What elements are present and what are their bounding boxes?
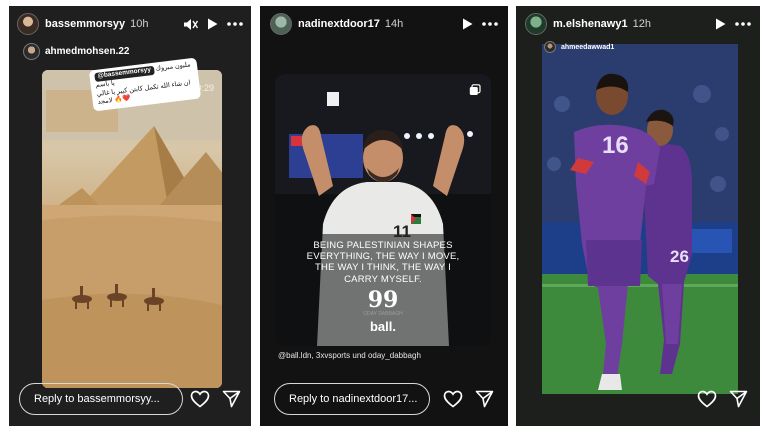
quote-author: ODAY DABBAGH — [363, 311, 403, 317]
heart-icon[interactable] — [443, 390, 463, 408]
more-icon[interactable] — [735, 22, 751, 26]
heart-icon[interactable] — [697, 390, 717, 408]
quote-line: EVERYTHING, THE WAY I MOVE, — [306, 251, 460, 263]
quote-line: THE WAY I THINK, THE WAY I — [315, 262, 451, 274]
post-time: 12h — [632, 18, 651, 30]
more-icon[interactable] — [227, 22, 243, 26]
jersey-number: 16 — [602, 132, 629, 159]
story-media-video[interactable]: 0:29 — [42, 70, 222, 388]
username[interactable]: m.elshenawy1 — [553, 18, 628, 30]
avatar — [23, 43, 40, 60]
brand-logo: ball. — [369, 319, 396, 334]
avatar[interactable] — [525, 13, 547, 35]
play-icon[interactable] — [715, 18, 726, 30]
jersey-number: 26 — [670, 247, 689, 266]
reply-input[interactable]: Reply to nadinextdoor17... — [274, 383, 430, 415]
quote-text: BEING PALESTINIAN SHAPES EVERYTHING, THE… — [275, 240, 491, 285]
send-icon[interactable] — [729, 390, 748, 408]
reshared-from[interactable]: ahmedmohsen.22 — [23, 43, 129, 60]
quote-line: BEING PALESTINIAN SHAPES — [313, 240, 453, 251]
mention-tag: @bassemmorsyy — [94, 65, 155, 82]
username[interactable]: bassemmorsyy — [45, 18, 125, 30]
post-time: 10h — [130, 18, 149, 30]
reply-input[interactable]: Reply to bassemmorsyy... — [19, 383, 183, 415]
reshared-from[interactable]: ahmeedawwad1 — [544, 41, 614, 53]
heart-icon[interactable] — [190, 390, 210, 408]
story-media-post-card[interactable]: 11 BEING PALESTINIAN SHAPES EVERYTHING, … — [275, 74, 491, 346]
story-media-photo[interactable]: 16 26 — [542, 44, 738, 394]
story-footer: Reply to bassemmorsyy... — [9, 372, 251, 426]
avatar — [544, 41, 556, 53]
story-panel-m-elshenawy1: 16 26 m.elshenawy1 12h ahmeedawwad1 — [516, 6, 760, 426]
quote-line: CARRY MYSELF. — [344, 273, 422, 285]
username[interactable]: nadinextdoor17 — [298, 18, 380, 30]
story-header: nadinextdoor17 14h — [260, 6, 508, 42]
quote-mark: 99 — [367, 287, 399, 313]
story-header: bassemmorsyy 10h — [9, 6, 251, 42]
avatar[interactable] — [270, 13, 292, 35]
mute-icon[interactable] — [183, 18, 198, 31]
story-panel-nadinextdoor17: nadinextdoor17 14h 11 BEING PALESTINIAN … — [260, 6, 508, 426]
avatar[interactable] — [17, 13, 39, 35]
multiple-images-icon — [469, 83, 481, 101]
reshared-username: ahmedmohsen.22 — [45, 46, 130, 57]
send-icon[interactable] — [475, 390, 494, 408]
reshared-username: ahmeedawwad1 — [561, 43, 615, 51]
send-icon[interactable] — [222, 390, 241, 408]
story-footer: Reply to nadinextdoor17... — [260, 372, 508, 426]
story-panel-bassemmorsyy: bassemmorsyy 10h ahmedmohsen.22 0:29 @ba… — [9, 6, 251, 426]
post-time: 14h — [384, 18, 404, 30]
post-credits[interactable]: @ball.ldn, 3xvsports und oday_dabbagh — [278, 351, 421, 360]
jersey-number: 11 — [393, 222, 411, 241]
play-icon[interactable] — [207, 18, 218, 30]
play-icon[interactable] — [462, 18, 473, 30]
story-footer — [516, 372, 760, 426]
more-icon[interactable] — [482, 22, 498, 26]
story-header: m.elshenawy1 12h — [516, 6, 760, 42]
